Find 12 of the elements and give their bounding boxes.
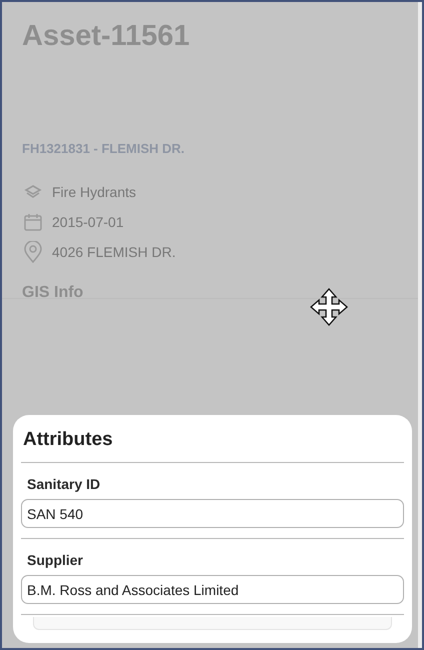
detail-text: Fire Hydrants — [52, 184, 136, 200]
field-label: Supplier — [26, 551, 84, 570]
input-field[interactable]: B.M. Ross and Associates Limited — [21, 575, 404, 604]
move-cursor-icon — [310, 288, 348, 326]
field-label: Sanitary ID — [26, 475, 102, 494]
detail-text: 4026 FLEMISH DR. — [52, 244, 176, 260]
layers-icon — [24, 183, 42, 201]
detail-text: 2015-07-01 — [52, 214, 124, 230]
location-pin-icon — [23, 241, 43, 263]
sheet-title: Attributes — [22, 428, 114, 452]
input-field[interactable]: SAN 540 — [21, 499, 404, 528]
calendar-icon — [23, 212, 43, 232]
